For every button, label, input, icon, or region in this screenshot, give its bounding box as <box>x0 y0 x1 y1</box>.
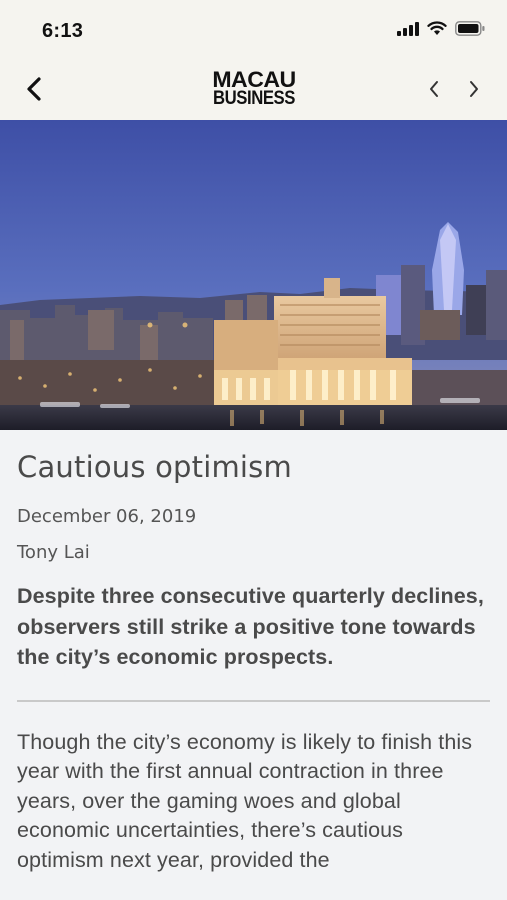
status-icons <box>397 21 485 41</box>
logo-line-2: BUSINESS <box>212 88 295 109</box>
chevron-right-icon <box>468 79 480 104</box>
chevron-left-icon <box>428 79 440 104</box>
cellular-signal-icon <box>397 21 419 41</box>
nav-bar: MACAU BUSINESS <box>0 62 507 120</box>
divider <box>17 699 490 702</box>
previous-article-button[interactable] <box>421 71 447 111</box>
article-body: Though the city’s economy is likely to f… <box>17 729 473 872</box>
article-lead: Despite three consecutive quarterly decl… <box>17 584 484 669</box>
article-content: Cautious optimism December 06, 2019 Tony… <box>17 430 490 875</box>
article-author[interactable]: Tony Lai <box>17 542 490 563</box>
status-bar: 6:13 <box>0 0 507 62</box>
wifi-icon <box>427 21 447 41</box>
logo-line-1: MACAU <box>211 67 296 92</box>
article-title: Cautious optimism <box>17 450 292 484</box>
status-time: 6:13 <box>42 19 84 42</box>
macau-business-logo: MACAU BUSINESS <box>207 67 300 109</box>
article-hero-image <box>0 120 507 430</box>
battery-icon <box>455 21 485 41</box>
next-article-button[interactable] <box>461 71 487 111</box>
article-pager <box>421 71 487 111</box>
article-date: December 06, 2019 <box>17 506 197 527</box>
back-button[interactable] <box>18 71 50 111</box>
chevron-left-icon <box>25 76 43 107</box>
